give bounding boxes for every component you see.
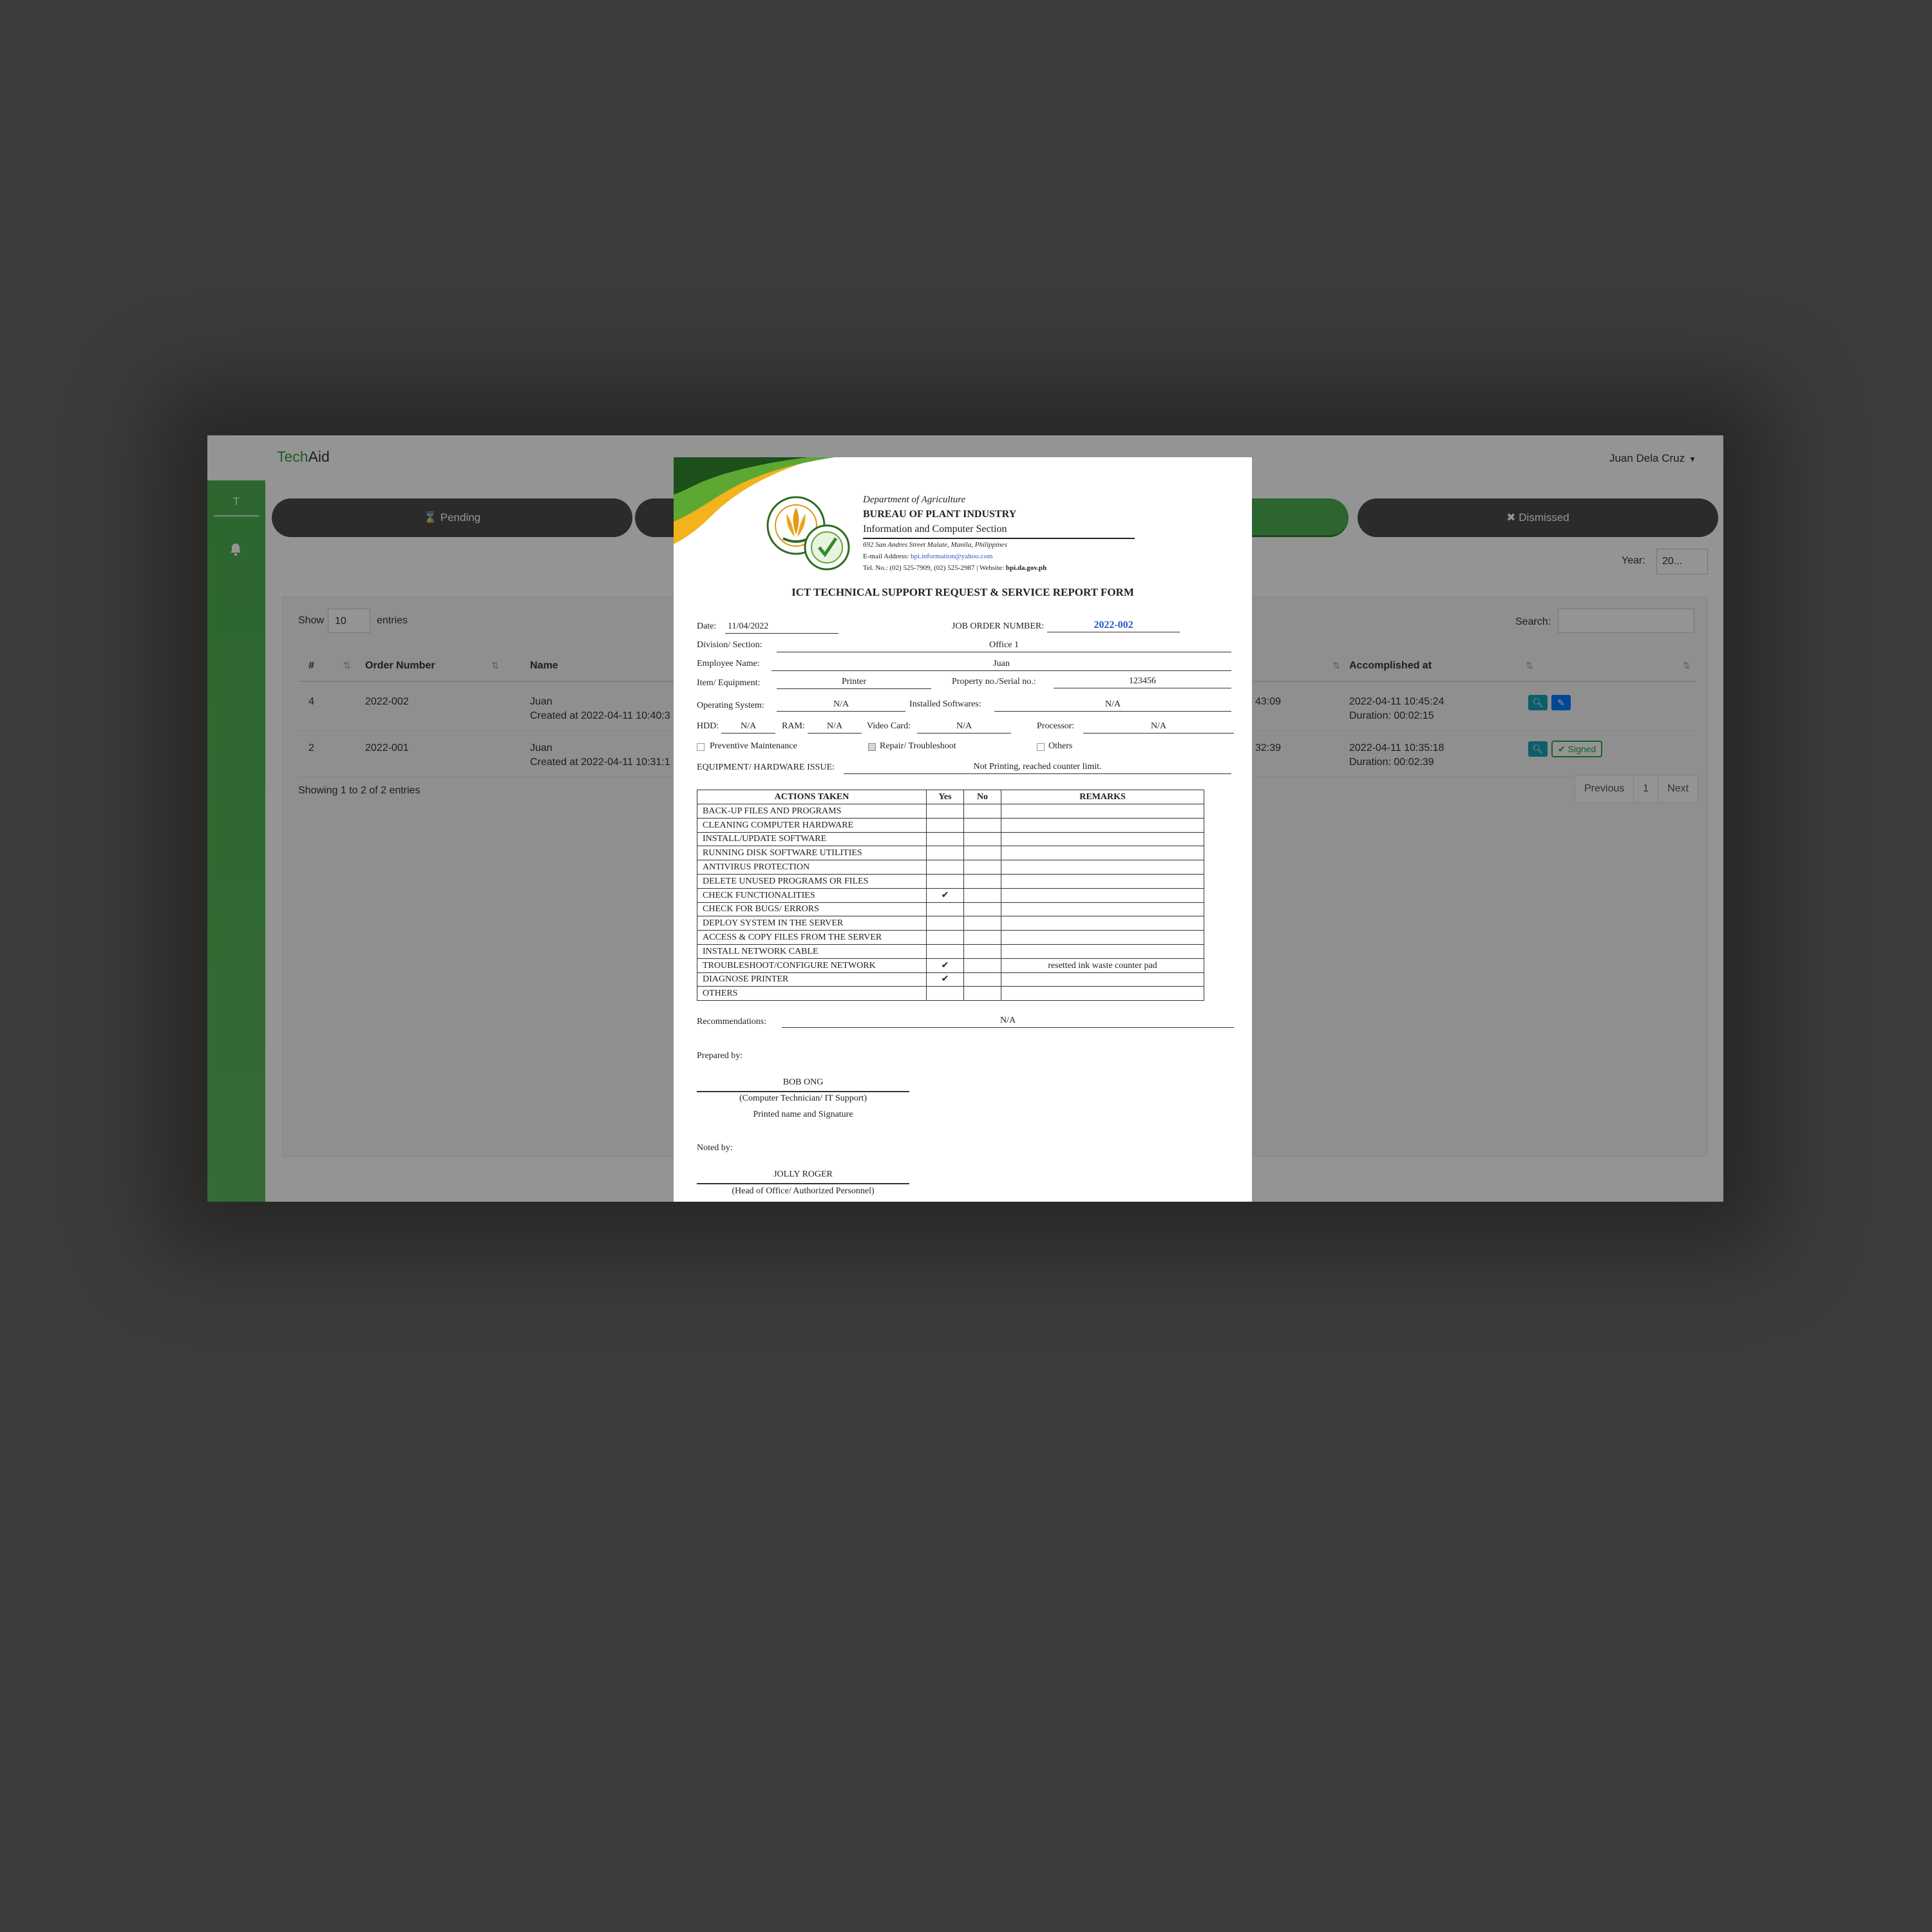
video-card-label: Video Card: bbox=[867, 721, 911, 731]
action-row: OTHERS bbox=[697, 986, 1204, 1001]
email-line: E-mail Address: bpi.information@yahoo.co… bbox=[863, 553, 993, 560]
video-card-value: N/A bbox=[917, 721, 1011, 734]
processor-value: N/A bbox=[1083, 721, 1234, 734]
preventive-maintenance-checkbox[interactable] bbox=[697, 743, 705, 751]
repair-troubleshoot-checkbox[interactable] bbox=[868, 743, 876, 751]
section-name: Information and Computer Section bbox=[863, 524, 1007, 535]
action-row: DIAGNOSE PRINTER ✔ bbox=[697, 972, 1204, 987]
repair-troubleshoot-label: Repair/ Troubleshoot bbox=[880, 741, 956, 751]
check-icon: ✔ bbox=[926, 972, 964, 987]
others-checkbox[interactable] bbox=[1037, 743, 1045, 751]
action-row: BACK-UP FILES AND PROGRAMS bbox=[697, 804, 1204, 819]
issue-label: EQUIPMENT/ HARDWARE ISSUE: bbox=[697, 762, 835, 772]
email-link[interactable]: bpi.information@yahoo.com bbox=[911, 553, 992, 560]
date-label: Date: bbox=[697, 621, 717, 631]
ram-label: RAM: bbox=[782, 721, 805, 731]
hdd-label: HDD: bbox=[697, 721, 719, 731]
issue-value: Not Printing, reached counter limit. bbox=[844, 761, 1231, 774]
action-row: DEPLOY SYSTEM IN THE SERVER bbox=[697, 916, 1204, 931]
division-value: Office 1 bbox=[777, 639, 1231, 652]
employee-label: Employee Name: bbox=[697, 659, 760, 668]
hdd-value: N/A bbox=[721, 721, 775, 734]
actions-taken-table: ACTIONS TAKEN Yes No REMARKS BACK-UP FIL… bbox=[697, 790, 1204, 1001]
remarks-header: REMARKS bbox=[1001, 790, 1204, 804]
prepared-by-role: (Computer Technician/ IT Support) bbox=[739, 1094, 867, 1103]
others-label: Others bbox=[1048, 741, 1073, 751]
yes-header: Yes bbox=[926, 790, 964, 804]
noted-by-role: (Head of Office/ Authorized Personnel) bbox=[732, 1186, 875, 1196]
action-row: TROUBLESHOOT/CONFIGURE NETWORK ✔ resetted … bbox=[697, 958, 1204, 973]
prepared-by-label: Prepared by: bbox=[697, 1051, 743, 1061]
check-icon: ✔ bbox=[926, 887, 964, 903]
signature-line bbox=[697, 1183, 909, 1184]
action-row: DELETE UNUSED PROGRAMS OR FILES bbox=[697, 873, 1204, 889]
ram-value: N/A bbox=[808, 721, 862, 734]
action-row: CHECK FOR BUGS/ ERRORS bbox=[697, 902, 1204, 917]
address-line: 692 San Andres Street Malate, Manila, Ph… bbox=[863, 541, 1007, 549]
action-row: CHECK FUNCTIONALITIES ✔ bbox=[697, 887, 1204, 903]
no-header: No bbox=[963, 790, 1001, 804]
employee-value: Juan bbox=[772, 658, 1231, 671]
tel-line: Tel. No.: (02) 525-7909, (02) 525-2987 |… bbox=[863, 564, 1047, 572]
action-row: RUNNING DISK SOFTWARE UTILITIES bbox=[697, 846, 1204, 861]
os-value: N/A bbox=[777, 699, 905, 712]
job-order-value: 2022-002 bbox=[1047, 620, 1180, 632]
date-value: 11/04/2022 bbox=[725, 621, 838, 634]
bureau-name: BUREAU OF PLANT INDUSTRY bbox=[863, 509, 1017, 520]
check-icon: ✔ bbox=[926, 958, 964, 973]
item-label: Item/ Equipment: bbox=[697, 678, 761, 688]
action-row: ANTIVIRUS PROTECTION bbox=[697, 860, 1204, 875]
prepared-by-note: Printed name and Signature bbox=[753, 1110, 853, 1119]
department-name: Department of Agriculture bbox=[863, 495, 966, 505]
action-row: ACCESS & COPY FILES FROM THE SERVER bbox=[697, 930, 1204, 945]
processor-label: Processor: bbox=[1037, 721, 1075, 731]
item-value: Printer bbox=[777, 676, 931, 689]
software-value: N/A bbox=[994, 699, 1231, 712]
signature-line bbox=[697, 1091, 909, 1092]
prepared-by-name: BOB ONG bbox=[782, 1077, 824, 1087]
software-label: Installed Softwares: bbox=[909, 699, 981, 709]
job-order-label: JOB ORDER NUMBER: bbox=[952, 621, 1045, 631]
recommendations-value: N/A bbox=[782, 1015, 1234, 1028]
form-title: ICT TECHNICAL SUPPORT REQUEST & SERVICE … bbox=[791, 586, 1134, 598]
service-report-document: Department of Agriculture BUREAU OF PLAN… bbox=[674, 457, 1252, 1202]
division-label: Division/ Section: bbox=[697, 640, 762, 650]
website-link[interactable]: bpi.da.gov.ph bbox=[1006, 564, 1046, 572]
header-divider bbox=[863, 538, 1135, 539]
preventive-maintenance-label: Preventive Maintenance bbox=[710, 741, 797, 751]
noted-by-name: JOLLY ROGER bbox=[773, 1170, 833, 1179]
os-label: Operating System: bbox=[697, 701, 764, 710]
bureau-seal-logo bbox=[766, 496, 850, 571]
actions-header: ACTIONS TAKEN bbox=[697, 790, 927, 804]
action-row: INSTALL/UPDATE SOFTWARE bbox=[697, 831, 1204, 847]
action-row: CLEANING COMPUTER HARDWARE bbox=[697, 817, 1204, 833]
recommendations-label: Recommendations: bbox=[697, 1017, 767, 1027]
action-row: INSTALL NETWORK CABLE bbox=[697, 943, 1204, 959]
noted-by-label: Noted by: bbox=[697, 1143, 733, 1153]
property-value: 123456 bbox=[1054, 676, 1231, 688]
property-label: Property no./Serial no.: bbox=[952, 677, 1036, 687]
